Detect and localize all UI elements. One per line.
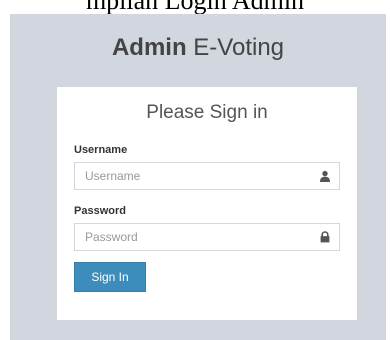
app-logo: Admin E-Voting bbox=[10, 18, 386, 78]
username-label: Username bbox=[74, 144, 128, 156]
password-field-wrapper bbox=[74, 223, 340, 251]
logo-bold-text: Admin bbox=[111, 34, 187, 61]
lock-icon bbox=[320, 231, 330, 243]
login-box: Please Sign in Username Password Sign In bbox=[57, 87, 357, 320]
username-field-wrapper bbox=[74, 162, 340, 190]
password-label: Password bbox=[74, 205, 126, 217]
logo-text: E-Voting bbox=[186, 34, 285, 61]
username-input[interactable] bbox=[75, 163, 339, 189]
sign-in-button[interactable]: Sign In bbox=[74, 262, 146, 292]
password-input[interactable] bbox=[75, 224, 339, 250]
login-box-message: Please Sign in bbox=[146, 102, 268, 123]
user-icon bbox=[320, 170, 330, 182]
